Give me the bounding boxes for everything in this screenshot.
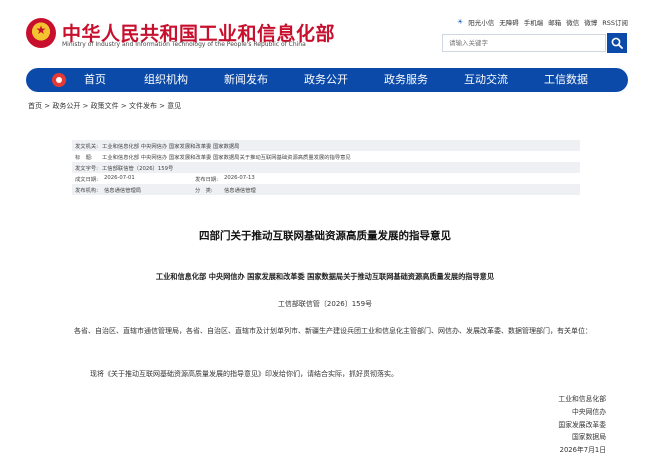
top-link-accessibility[interactable]: 无障碍 (499, 17, 519, 27)
nav-item-services[interactable]: 政务服务 (384, 72, 428, 88)
meta-value: 2026-07-13 (224, 174, 255, 181)
meta-label: 成文日期: (75, 176, 98, 183)
top-links: ☀ 阳光小信 无障碍 手机端 邮箱 微信 微博 RSS订阅 (457, 17, 628, 27)
meta-label: 分 类: (195, 187, 213, 194)
meta-value: 工业和信息化部 中央网信办 国家发展和改革委 国家数据局 (102, 143, 240, 150)
document-signatures: 工业和信息化部 中央网信办 国家发展改革委 国家数据局 2026年7月1日 (558, 393, 606, 457)
meta-row-dates: 成文日期: 2026-07-01 发布日期: 2026-07-13 (72, 173, 580, 184)
nav-item-government-affairs[interactable]: 政务公开 (304, 72, 348, 88)
meta-value: 工信部联信管〔2026〕159号 (102, 165, 174, 172)
top-link-mail[interactable]: 邮箱 (548, 17, 561, 27)
meta-value: 信息通信管理 (224, 187, 256, 194)
meta-row-title: 标 题: 工业和信息化部 中央网信办 国家发展和改革委 国家数据局关于推动互联网… (72, 151, 580, 162)
signature-date: 2026年7月1日 (559, 446, 606, 455)
meta-label: 发布机构: (75, 187, 98, 194)
document-title: 四部门关于推动互联网基础资源高质量发展的指导意见 (199, 230, 451, 242)
meta-row-issuer: 发文机关: 工业和信息化部 中央网信办 国家发展和改革委 国家数据局 (72, 140, 580, 151)
home-icon[interactable] (52, 73, 66, 87)
nav-item-organization[interactable]: 组织机构 (144, 72, 188, 88)
breadcrumb[interactable]: 首页 > 政务公开 > 政策文件 > 文件发布 > 意见 (28, 101, 181, 111)
meta-label: 发布日期: (195, 176, 218, 183)
top-link-mobile[interactable]: 手机端 (524, 17, 544, 27)
signature-ndrc: 国家发展改革委 (558, 420, 606, 429)
search-button[interactable] (607, 33, 627, 53)
document-body-paragraph: 现将《关于推动互联网基础资源高质量发展的指导意见》印发给你们，请结合实际，抓好贯… (90, 370, 398, 378)
signature-miit: 工业和信息化部 (558, 395, 606, 403)
document-number: 工信部联信管〔2026〕159号 (277, 300, 373, 308)
search-icon (611, 37, 623, 49)
main-nav: 首页 组织机构 新闻发布 政务公开 政务服务 互动交流 工信数据 (26, 68, 628, 92)
signature-nda: 国家数据局 (572, 433, 606, 442)
meta-value: 2026-07-01 (104, 174, 135, 181)
top-link-wechat[interactable]: 微信 (566, 17, 579, 27)
sunshine-icon: ☀ (456, 18, 464, 26)
meta-label: 标 题: (75, 154, 93, 161)
nav-item-news[interactable]: 新闻发布 (224, 72, 268, 88)
site-subtitle: Ministry of Industry and Information Tec… (62, 41, 306, 48)
meta-label: 发文字号: (75, 165, 98, 172)
search-box (442, 34, 606, 52)
nav-item-interaction[interactable]: 互动交流 (464, 72, 508, 88)
nav-item-data[interactable]: 工信数据 (544, 72, 588, 88)
document-subtitle: 工业和信息化部 中央网信办 国家发展和改革委 国家数据局关于推动互联网基础资源高… (155, 272, 495, 281)
top-link-sunshine[interactable]: 阳光小信 (468, 17, 494, 27)
national-emblem-icon[interactable]: ★ (26, 18, 56, 48)
search-input[interactable] (443, 35, 605, 51)
meta-row-number: 发文字号: 工信部联信管〔2026〕159号 (72, 162, 580, 173)
meta-row-org: 发布机构: 信息通信管理局 分 类: 信息通信管理 (72, 184, 580, 195)
document-meta-table: 发文机关: 工业和信息化部 中央网信办 国家发展和改革委 国家数据局 标 题: … (72, 140, 580, 195)
nav-item-home[interactable]: 首页 (84, 72, 106, 88)
document-addressees: 各省、自治区、直辖市通信管理局，各省、自治区、直辖市及计划单列市、新疆生产建设兵… (74, 327, 592, 335)
meta-label: 发文机关: (75, 143, 98, 150)
top-link-rss[interactable]: RSS订阅 (602, 17, 628, 27)
signature-cac: 中央网信办 (572, 407, 606, 416)
top-link-weibo[interactable]: 微博 (584, 17, 597, 27)
site-header: ★ 中华人民共和国工业和信息化部 Ministry of Industry an… (0, 0, 650, 66)
meta-value: 工业和信息化部 中央网信办 国家发展和改革委 国家数据局关于推动互联网基础资源高… (102, 154, 351, 161)
meta-value: 信息通信管理局 (104, 187, 142, 194)
